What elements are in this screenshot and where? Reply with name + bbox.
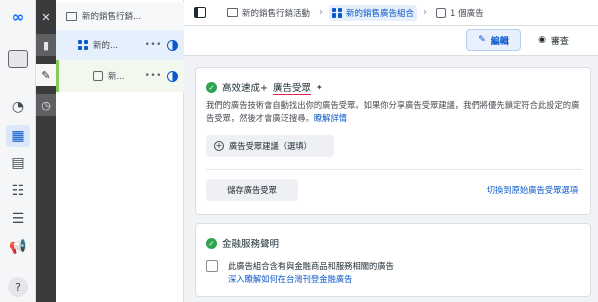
status-half-icon <box>167 70 178 82</box>
app-rail: ∞ ◔ ▦ ▤ ☷ ☰ 📢 ? <box>0 0 36 302</box>
dashboard-icon[interactable]: ◔ <box>6 96 30 118</box>
panel-toggle-icon[interactable] <box>194 7 206 18</box>
breadcrumb-campaign[interactable]: 新的銷售行銷活動 <box>224 5 313 21</box>
eye-icon: ◉ <box>538 35 546 45</box>
pages-icon[interactable]: ▤ <box>6 152 30 174</box>
breadcrumb: 新的銷售行銷活動 › 新的銷售廣告組合 › 1 個廣告 <box>184 0 598 26</box>
financial-learn-more-link[interactable]: 深入瞭解如何在台灣刊登金融廣告 <box>228 273 352 285</box>
financial-checkbox[interactable] <box>206 260 218 272</box>
audience-icon[interactable]: ☷ <box>6 180 30 202</box>
sparkle-icon: ✦ <box>315 82 323 92</box>
table-icon[interactable]: ▦ <box>6 125 30 147</box>
breadcrumb-adset-label: 新的銷售廣告組合 <box>346 8 415 19</box>
action-bar: ✎ 編輯 ◉ 審查 <box>184 26 598 56</box>
window-tile-icon[interactable] <box>6 48 30 70</box>
clock-icon[interactable]: ◷ <box>36 94 56 116</box>
chevron-right-icon: › <box>423 7 428 18</box>
folder-icon <box>66 11 77 21</box>
ad-icon <box>93 71 103 81</box>
breadcrumb-ad-label: 1 個廣告 <box>450 8 484 19</box>
database-icon[interactable]: ☰ <box>6 208 30 230</box>
switch-original-audience-link[interactable]: 切換到原始廣告受眾選項 <box>487 184 578 196</box>
campaign-tree: 新的銷售行銷... 新的... ••• 新... ••• <box>56 0 184 302</box>
tree-item-label: 新的... <box>93 41 119 51</box>
close-icon[interactable]: ✕ <box>36 6 56 28</box>
plus-circle-icon: + <box>214 141 224 151</box>
audience-description: 我們的廣告技術會自動找出你的廣告受眾。如果你分享廣告受眾建議，我們將優先鎖定符合… <box>206 100 580 123</box>
edit-button[interactable]: ✎ 編輯 <box>466 29 521 51</box>
divider <box>206 169 582 170</box>
meta-logo-icon[interactable]: ∞ <box>6 6 30 28</box>
audience-suggestion-button[interactable]: + 廣告受眾建議（選填） <box>206 135 334 157</box>
chart-icon[interactable]: ▮ <box>36 34 56 56</box>
check-circle-icon: ✓ <box>206 237 217 249</box>
more-options-icon[interactable]: ••• <box>145 40 162 50</box>
financial-card: ✓ 金融服務聲明 此廣告組合含有與金融商品和服務相關的廣告 深入瞭解如何在台灣刊… <box>195 223 591 297</box>
financial-card-title: ✓ 金融服務聲明 <box>206 236 279 250</box>
breadcrumb-ad[interactable]: 1 個廣告 <box>433 5 487 21</box>
folder-icon <box>227 8 238 17</box>
audience-suggestion-label: 廣告受眾建議（選填） <box>229 141 312 151</box>
audience-description-block: 我們的廣告技術會自動找出你的廣告受眾。如果你分享廣告受眾建議，我們將優先鎖定符合… <box>206 99 582 125</box>
financial-title: 金融服務聲明 <box>222 239 280 250</box>
more-options-icon[interactable]: ••• <box>145 71 162 81</box>
tree-item-adset[interactable]: 新的... ••• <box>56 30 184 60</box>
learn-more-link[interactable]: 瞭解詳情 <box>314 113 347 123</box>
audience-title-prefix: 高效速成+ <box>222 83 268 94</box>
audience-title-highlight: 廣告受眾 <box>272 83 311 94</box>
edit-button-label: 編輯 <box>490 36 509 47</box>
review-button[interactable]: ◉ 審查 <box>526 29 581 51</box>
financial-checkbox-label: 此廣告組合含有與金融商品和服務相關的廣告 <box>228 261 394 271</box>
adset-grid-icon <box>78 40 88 50</box>
breadcrumb-adset[interactable]: 新的銷售廣告組合 <box>329 4 418 21</box>
help-icon[interactable]: ? <box>6 276 30 298</box>
tree-item-ad[interactable]: 新... ••• <box>56 60 184 92</box>
status-half-icon <box>167 39 178 51</box>
audience-card-title: ✓ 高效速成+ 廣告受眾 ✦ <box>206 80 323 94</box>
breadcrumb-campaign-label: 新的銷售行銷活動 <box>242 8 311 19</box>
tree-item-campaign[interactable]: 新的銷售行銷... <box>56 2 184 30</box>
help-label: ? <box>8 277 28 297</box>
tree-item-label: 新... <box>108 72 125 82</box>
save-audience-button[interactable]: 儲存廣告受眾 <box>206 179 298 201</box>
pencil-icon: ✎ <box>478 35 486 45</box>
chevron-right-icon: › <box>319 7 324 18</box>
check-circle-icon: ✓ <box>206 81 217 93</box>
tool-strip: ✕ ▮ ✎ ◷ <box>36 0 56 302</box>
audience-card: ✓ 高效速成+ 廣告受眾 ✦ 我們的廣告技術會自動找出你的廣告受眾。如果你分享廣… <box>195 67 591 215</box>
megaphone-icon[interactable]: 📢 <box>6 236 30 258</box>
ad-icon <box>436 7 447 18</box>
review-button-label: 審查 <box>550 36 569 47</box>
tree-item-label: 新的銷售行銷... <box>82 12 142 22</box>
adset-grid-icon <box>332 7 343 18</box>
pencil-icon[interactable]: ✎ <box>36 64 56 86</box>
